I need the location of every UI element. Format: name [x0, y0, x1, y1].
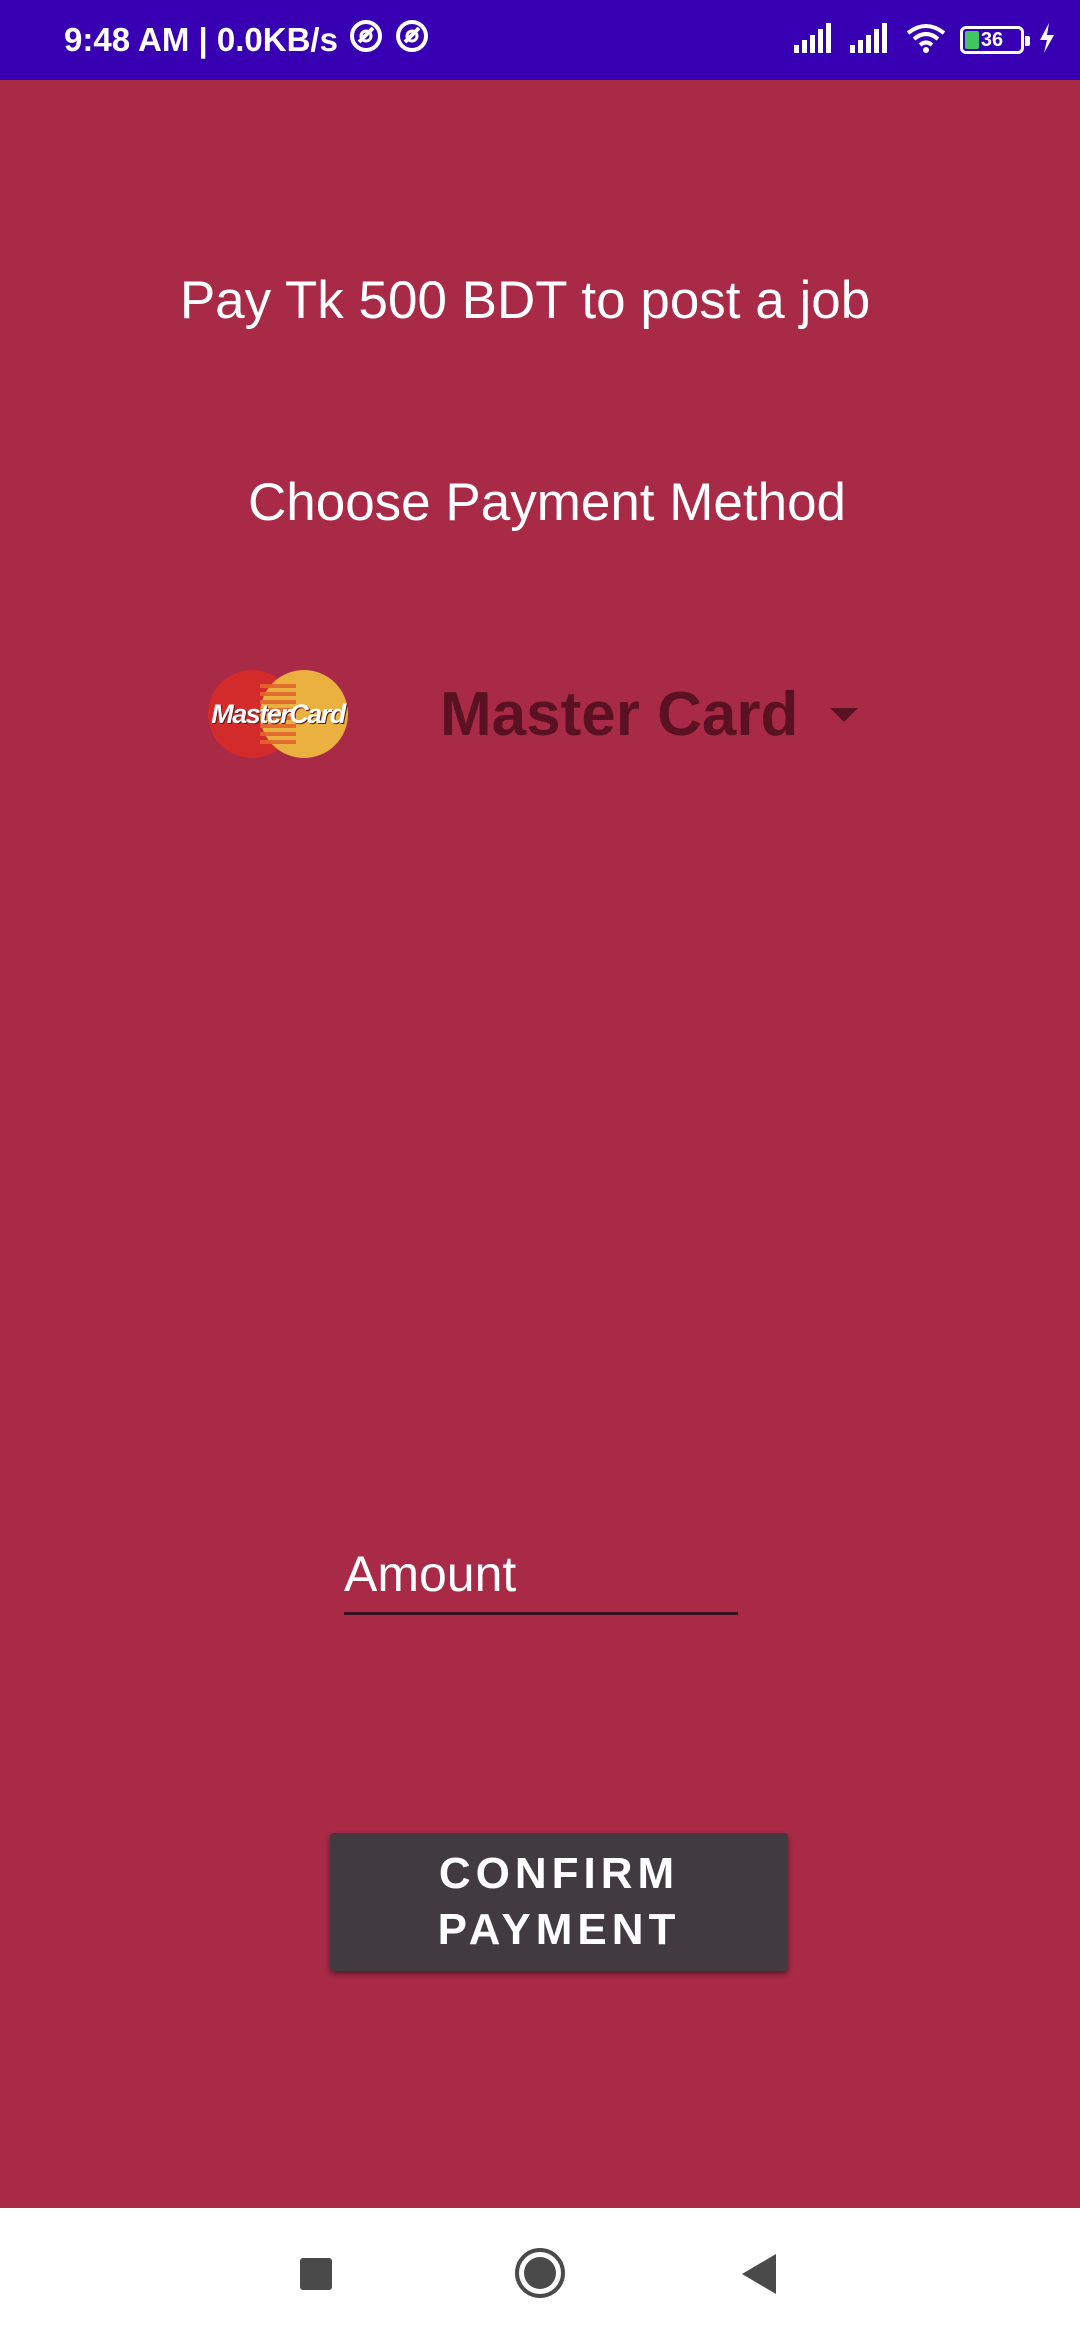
battery-level: 36 — [980, 28, 1004, 51]
payment-method-dropdown[interactable]: Master Card — [440, 670, 870, 758]
payment-method-label: Master Card — [440, 679, 799, 749]
mastercard-logo-text: MasterCard — [211, 698, 346, 729]
recents-icon[interactable] — [300, 2258, 332, 2290]
amount-input[interactable] — [344, 1535, 738, 1615]
signal-icon — [850, 22, 892, 58]
pay-instruction-text: Pay Tk 500 BDT to post a job — [179, 271, 871, 330]
mastercard-logo: MasterCard — [208, 670, 348, 758]
wifi-icon — [906, 23, 946, 58]
signal-icon — [794, 22, 836, 58]
status-bar: 9:48 AM | 0.0KB/s 36 — [0, 0, 1080, 80]
payment-method-row: MasterCard Master Card — [0, 640, 1080, 785]
status-time-speed: 9:48 AM | 0.0KB/s — [64, 21, 338, 58]
home-icon[interactable] — [515, 2248, 565, 2298]
choose-method-heading: Choose Payment Method — [247, 473, 847, 532]
amount-field-container — [344, 1515, 738, 1650]
back-icon[interactable] — [742, 2254, 776, 2294]
vpn-icon — [348, 18, 384, 62]
navigation-bar — [0, 2208, 1080, 2340]
charging-icon — [1038, 22, 1056, 58]
status-left: 9:48 AM | 0.0KB/s — [64, 0, 430, 80]
dropdown-arrow-icon — [830, 708, 858, 722]
vpn-icon — [394, 18, 430, 62]
confirm-payment-button[interactable]: CONFIRM PAYMENT — [330, 1833, 788, 1971]
status-right: 36 — [794, 0, 1056, 80]
battery-icon: 36 — [960, 26, 1030, 54]
